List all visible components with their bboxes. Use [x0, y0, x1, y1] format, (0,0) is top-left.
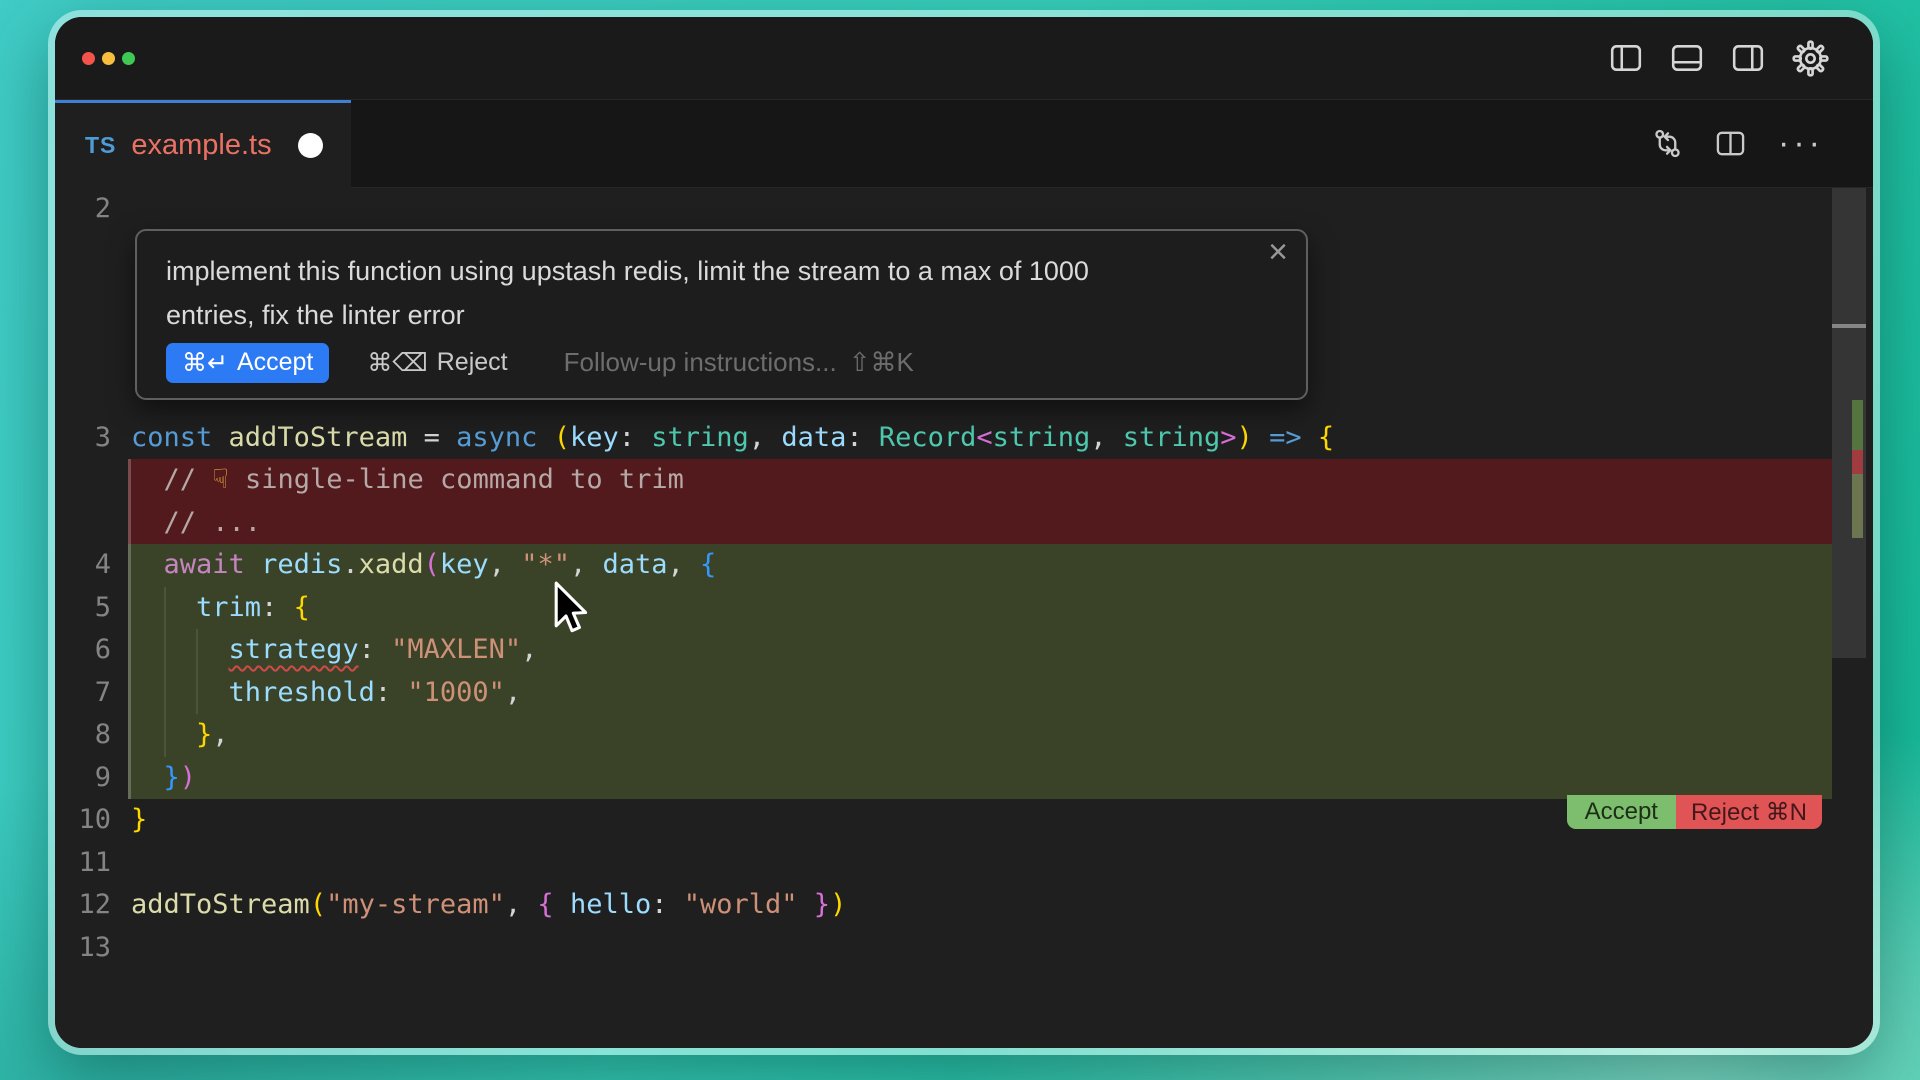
tab-filename: example.ts — [131, 129, 271, 162]
followup-instructions-input[interactable]: Follow-up instructions... ⇧⌘K — [564, 347, 914, 378]
line-number: 2 — [55, 188, 128, 231]
line-number: 8 — [55, 714, 128, 757]
split-editor-icon[interactable] — [1715, 128, 1746, 159]
window-frame: TS example.ts ·· — [48, 10, 1880, 1055]
more-actions-icon[interactable]: ··· — [1778, 128, 1824, 159]
line-number: 10 — [55, 799, 128, 842]
reject-shortcut-keys: ⌘⌫ — [367, 348, 427, 378]
close-window-button[interactable] — [82, 52, 95, 65]
inline-prompt-zone: × implement this function using upstash … — [55, 231, 1873, 417]
accept-button[interactable]: ⌘↵ Accept — [166, 343, 329, 383]
code-line-7: 7 threshold: "1000", — [55, 672, 1873, 715]
minimize-window-button[interactable] — [102, 52, 115, 65]
inline-prompt-box: × implement this function using upstash … — [135, 229, 1308, 400]
close-icon[interactable]: × — [1268, 235, 1288, 269]
code-line-11: 11 — [55, 842, 1873, 885]
diff-reject-button[interactable]: Reject ⌘N — [1676, 795, 1822, 829]
code-line-removed: // ... — [55, 502, 1873, 545]
tab-bar: TS example.ts ·· — [55, 100, 1873, 188]
reject-label: Reject — [437, 348, 508, 377]
line-number: 13 — [55, 927, 128, 970]
code-line-3: 3const addToStream = async (key: string,… — [55, 417, 1873, 460]
desktop-background: TS example.ts ·· — [0, 0, 1920, 1080]
source-control-compare-icon[interactable] — [1652, 128, 1683, 159]
code-lines-below: 3const addToStream = async (key: string,… — [55, 417, 1873, 970]
mouse-cursor — [553, 581, 593, 637]
line-number: 6 — [55, 629, 128, 672]
diff-accept-button[interactable]: Accept — [1567, 795, 1676, 829]
zoom-window-button[interactable] — [122, 52, 135, 65]
panel-bottom-icon[interactable] — [1670, 41, 1704, 75]
code-line-2: 2 — [55, 188, 1873, 231]
tab-bar-actions: ··· — [351, 100, 1873, 188]
overview-added-mark-2 — [1852, 474, 1863, 538]
code-line-12: 12addToStream("my-stream", { hello: "wor… — [55, 884, 1873, 927]
panel-right-icon[interactable] — [1731, 41, 1765, 75]
line-number: 7 — [55, 672, 128, 715]
code-line-removed: // ☟ single-line command to trim — [55, 459, 1873, 502]
code-lines-above: 2 — [55, 188, 1873, 231]
code-line-4: 4 await redis.xadd(key, "*", data, { — [55, 544, 1873, 587]
settings-gear-icon[interactable] — [1792, 40, 1829, 77]
tab-example-ts[interactable]: TS example.ts — [55, 100, 351, 188]
typescript-file-icon: TS — [85, 132, 116, 159]
line-number: 4 — [55, 544, 128, 587]
prompt-message: implement this function using upstash re… — [137, 231, 1212, 337]
followup-placeholder: Follow-up instructions... — [564, 347, 837, 378]
code-line-5: 5 trim: { — [55, 587, 1873, 630]
line-number: 3 — [55, 417, 128, 460]
traffic-lights — [55, 52, 135, 65]
reject-button[interactable]: ⌘⌫ Reject — [367, 348, 507, 378]
overview-deleted-mark — [1852, 450, 1863, 474]
code-line-8: 8 }, — [55, 714, 1873, 757]
titlebar — [55, 17, 1873, 100]
line-number: 12 — [55, 884, 128, 927]
accept-shortcut-keys: ⌘↵ — [182, 348, 228, 378]
code-line-13: 13 — [55, 927, 1873, 970]
line-number: 9 — [55, 757, 128, 800]
line-number: 5 — [55, 587, 128, 630]
code-line-6: 6 strategy: "MAXLEN", — [55, 629, 1873, 672]
line-number: 11 — [55, 842, 128, 885]
diff-actions: Accept Reject ⌘N — [1567, 795, 1822, 829]
editor-window: TS example.ts ·· — [55, 17, 1873, 1048]
followup-shortcut-keys: ⇧⌘K — [849, 347, 914, 378]
code-editor[interactable]: 2 × implement this function using upstas… — [55, 188, 1873, 1048]
code-line-9: 9 }) — [55, 757, 1873, 800]
panel-left-icon[interactable] — [1609, 41, 1643, 75]
accept-label: Accept — [237, 348, 313, 377]
modified-dot-icon[interactable] — [298, 133, 323, 158]
